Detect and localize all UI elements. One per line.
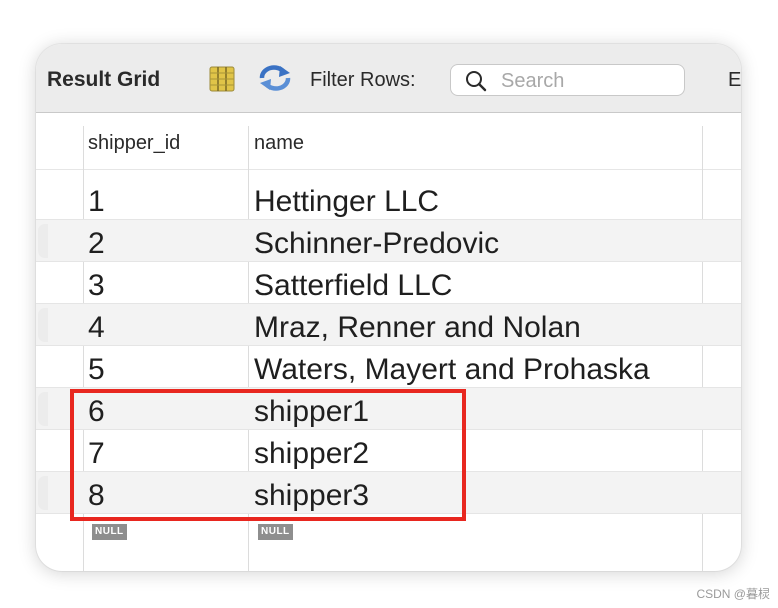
table-row[interactable]: 5 Waters, Mayert and Prohaska [36, 346, 741, 388]
search-input[interactable] [501, 69, 676, 93]
refresh-icon[interactable] [258, 64, 292, 92]
table-row[interactable]: 1 Hettinger LLC [36, 178, 741, 220]
cell-shipper-id[interactable]: 5 [88, 353, 105, 387]
result-grid-title: Result Grid [47, 68, 161, 91]
null-badge[interactable]: NULL [92, 524, 127, 540]
truncated-toolbar-label[interactable]: E [728, 69, 741, 92]
table-row[interactable]: 4 Mraz, Renner and Nolan [36, 304, 741, 346]
cell-name[interactable]: Schinner-Predovic [254, 227, 499, 261]
table-row[interactable]: 3 Satterfield LLC [36, 262, 741, 304]
cell-shipper-id[interactable]: 1 [88, 185, 105, 219]
column-header-row: shipper_id name [36, 113, 741, 170]
highlight-annotation-box [70, 389, 466, 521]
cell-shipper-id[interactable]: 4 [88, 311, 105, 345]
table-row[interactable]: 2 Schinner-Predovic [36, 220, 741, 262]
result-toolbar: Result Grid Filter Rows: E [36, 44, 741, 113]
filter-rows-label: Filter Rows: [310, 69, 416, 91]
cell-name[interactable]: Mraz, Renner and Nolan [254, 311, 581, 345]
search-icon [466, 71, 487, 92]
column-header-name[interactable]: name [254, 132, 304, 155]
grid-layout-icon[interactable] [209, 66, 235, 92]
filter-search-box[interactable] [450, 64, 685, 96]
watermark: CSDN @暮棂 [696, 587, 770, 601]
cell-shipper-id[interactable]: 3 [88, 269, 105, 303]
cell-name[interactable]: Waters, Mayert and Prohaska [254, 353, 650, 387]
column-header-shipper-id[interactable]: shipper_id [88, 132, 180, 155]
cell-shipper-id[interactable]: 2 [88, 227, 105, 261]
cell-name[interactable]: Satterfield LLC [254, 269, 452, 303]
cell-name[interactable]: Hettinger LLC [254, 185, 439, 219]
null-badge[interactable]: NULL [258, 524, 293, 540]
